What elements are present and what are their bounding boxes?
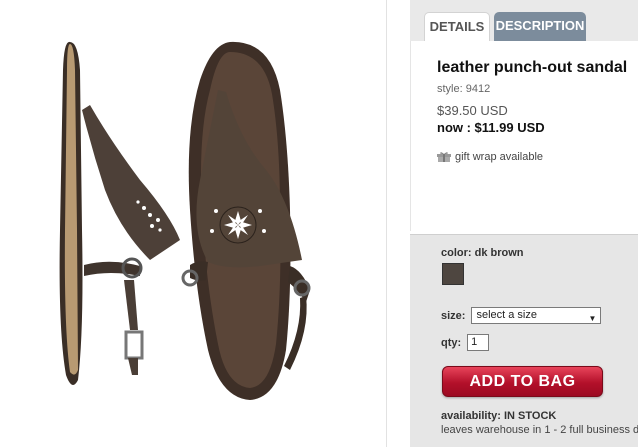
chevron-down-icon: ▼ <box>588 314 597 323</box>
tab-description[interactable]: DESCRIPTION <box>494 12 586 41</box>
gift-icon <box>437 152 451 162</box>
details-panel: leather punch-out sandal style: 9412 $39… <box>410 41 638 231</box>
pane-divider <box>386 0 387 447</box>
price-original: $39.50 USD <box>437 103 508 118</box>
color-label: color: dk brown <box>441 247 524 259</box>
gift-wrap[interactable]: gift wrap available <box>437 151 543 163</box>
color-label-text: color: <box>441 247 472 259</box>
product-image <box>59 41 311 401</box>
product-image-pane <box>0 0 386 447</box>
qty-label: qty: <box>441 336 462 349</box>
qty-row: qty: 1 <box>441 334 490 351</box>
color-swatch[interactable] <box>442 263 464 285</box>
availability-label: availability: <box>441 410 501 422</box>
size-select[interactable]: select a size ▼ <box>471 307 602 324</box>
product-title: leather punch-out sandal <box>437 59 628 76</box>
warehouse-text: leaves warehouse in 1 - 2 full business … <box>441 424 638 436</box>
size-select-value: select a size <box>476 309 537 321</box>
tab-details[interactable]: DETAILS <box>424 12 490 41</box>
product-style: style: 9412 <box>437 83 491 95</box>
add-to-bag-button[interactable]: ADD TO BAG <box>442 366 603 397</box>
product-tabs: DETAILS DESCRIPTION <box>410 0 638 41</box>
price-now: now : $11.99 USD <box>437 120 545 135</box>
color-value: dk brown <box>474 247 524 259</box>
size-row: size: select a size ▼ <box>441 307 602 324</box>
size-label: size: <box>441 309 466 322</box>
availability-value: IN STOCK <box>503 410 557 422</box>
gift-wrap-label: gift wrap available <box>455 151 544 163</box>
options-panel: color: dk brown size: select a size ▼ qt… <box>410 234 638 447</box>
qty-input[interactable]: 1 <box>467 334 490 351</box>
availability: availability: IN STOCK <box>441 410 556 422</box>
